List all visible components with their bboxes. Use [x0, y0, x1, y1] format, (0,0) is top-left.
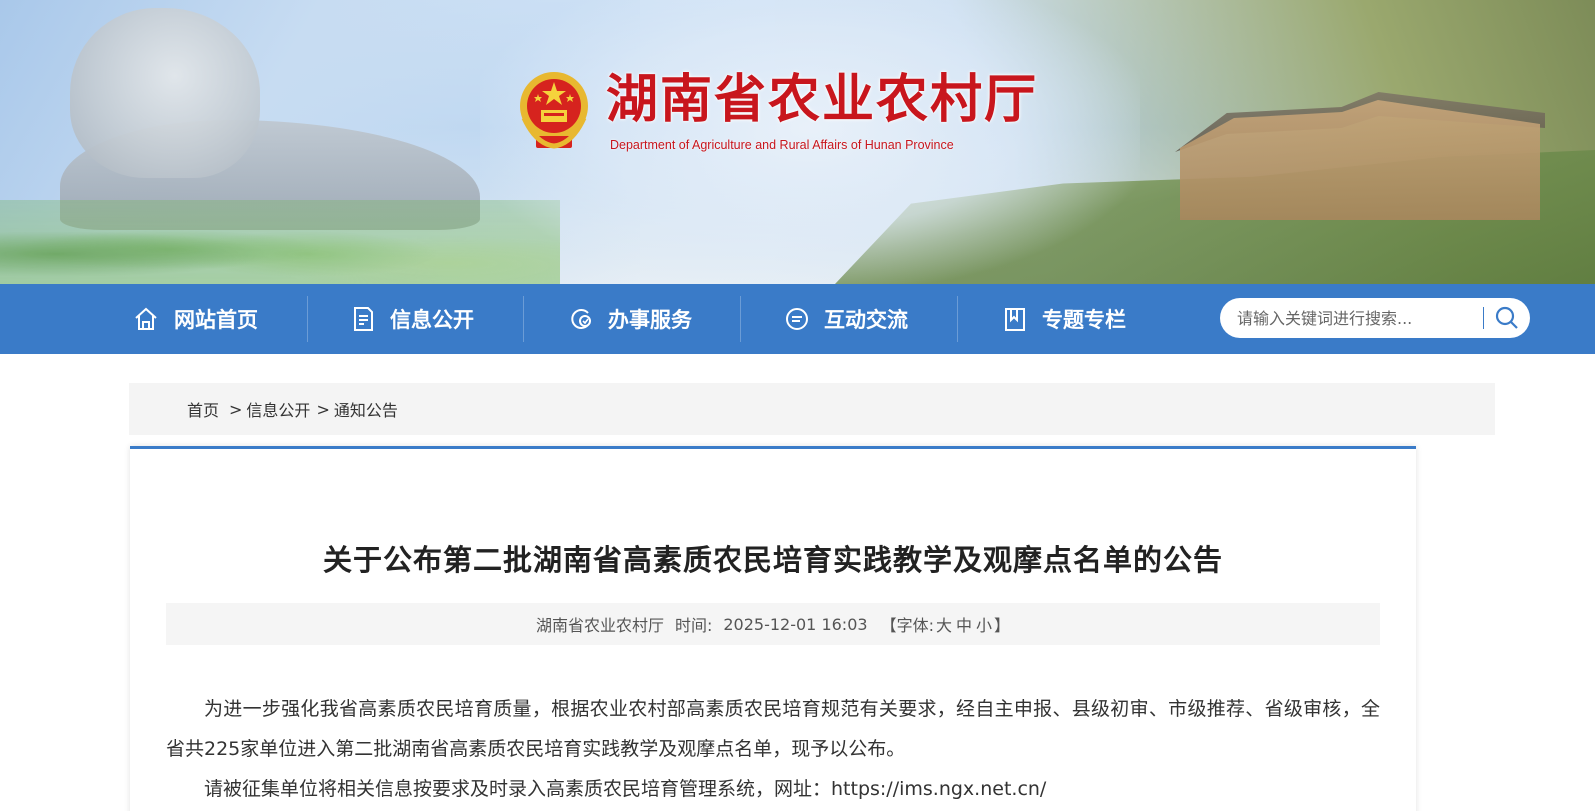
font-size-small[interactable]: 小	[976, 612, 992, 636]
nav-divider	[740, 296, 741, 342]
breadcrumb-home[interactable]: 首页	[187, 397, 219, 421]
site-subtitle: Department of Agriculture and Rural Affa…	[610, 138, 954, 152]
nav-divider	[957, 296, 958, 342]
breadcrumb-separator: >	[229, 399, 243, 419]
search-icon	[1495, 306, 1518, 329]
article-meta: 湖南省农业农村厅 时间: 2025-12-01 16:03 【字体: 大 中 小…	[166, 603, 1380, 645]
nav-item-label: 信息公开	[390, 308, 474, 332]
nav-item-home[interactable]: 网站首页	[132, 284, 258, 354]
breadcrumb-notice[interactable]: 通知公告	[334, 397, 398, 421]
article-source: 湖南省农业农村厅	[535, 616, 664, 635]
font-size-medium[interactable]: 中	[956, 612, 972, 636]
national-emblem-icon	[520, 72, 588, 149]
breadcrumb: 首页 > 信息公开 > 通知公告	[129, 383, 1495, 435]
site-title: 湖南省农业农村厅	[606, 70, 1039, 130]
font-size-close: 】	[994, 616, 1011, 635]
article-time: 2025-12-01 16:03	[723, 614, 868, 634]
nav-item-label: 网站首页	[174, 308, 258, 332]
home-icon	[135, 307, 157, 330]
article-paragraph: 为进一步强化我省高素质农民培育质量，根据农业农村部高素质农民培育规范有关要求，经…	[166, 698, 1380, 760]
article-title: 关于公布第二批湖南省高素质农民培育实践教学及观摩点名单的公告	[322, 543, 1223, 577]
article-paragraph: 请被征集单位将相关信息按要求及时录入高素质农民培育管理系统，网址：https:/…	[204, 778, 1047, 800]
nav-item-service[interactable]: 办事服务	[568, 284, 692, 354]
article-body: 为进一步强化我省高素质农民培育质量，根据农业农村部高素质农民培育规范有关要求，经…	[166, 689, 1380, 809]
search-button[interactable]	[1484, 298, 1530, 338]
article-panel: 关于公布第二批湖南省高素质农民培育实践教学及观摩点名单的公告 湖南省农业农村厅 …	[130, 446, 1416, 811]
banner-house	[1180, 100, 1540, 220]
nav-item-label: 办事服务	[608, 308, 692, 332]
bookmark-icon	[1005, 308, 1025, 331]
service-icon	[571, 309, 591, 329]
search-input[interactable]	[1237, 308, 1467, 328]
search-box	[1220, 298, 1530, 338]
nav-divider	[523, 296, 524, 342]
nav-item-label: 互动交流	[824, 308, 908, 332]
font-size-large[interactable]: 大	[936, 612, 952, 636]
font-size-label: 【字体:	[880, 616, 934, 635]
banner-statue-image	[70, 8, 260, 178]
nav-item-label: 专题专栏	[1042, 308, 1126, 332]
banner-trees	[0, 200, 560, 284]
header-banner: 湖南省农业农村厅 Department of Agriculture and R…	[0, 0, 1595, 284]
nav-item-info[interactable]: 信息公开	[350, 284, 474, 354]
nav-item-interact[interactable]: 互动交流	[784, 284, 908, 354]
document-icon	[354, 307, 373, 331]
nav-divider	[307, 296, 308, 342]
chat-icon	[786, 308, 808, 330]
nav-item-special[interactable]: 专题专栏	[1002, 284, 1126, 354]
breadcrumb-info[interactable]: 信息公开	[246, 397, 310, 421]
breadcrumb-separator: >	[316, 399, 330, 419]
time-label: 时间:	[674, 616, 713, 635]
